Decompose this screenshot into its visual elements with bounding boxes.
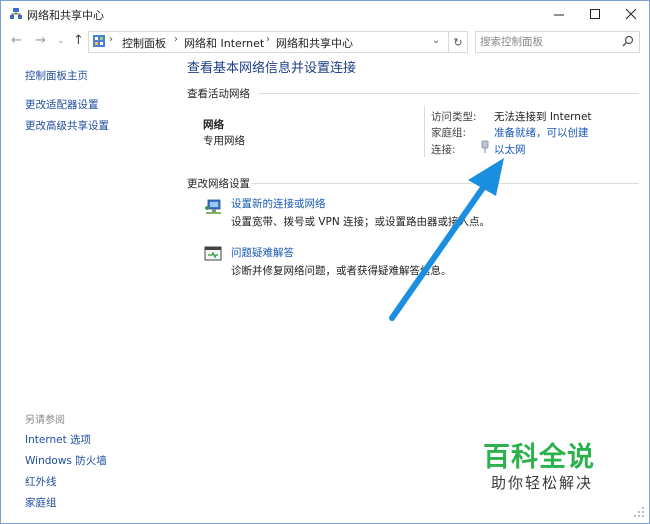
watermark-slogan: 助你轻松解决	[491, 474, 594, 492]
watermark-logo-text: 百科全说	[483, 442, 595, 473]
